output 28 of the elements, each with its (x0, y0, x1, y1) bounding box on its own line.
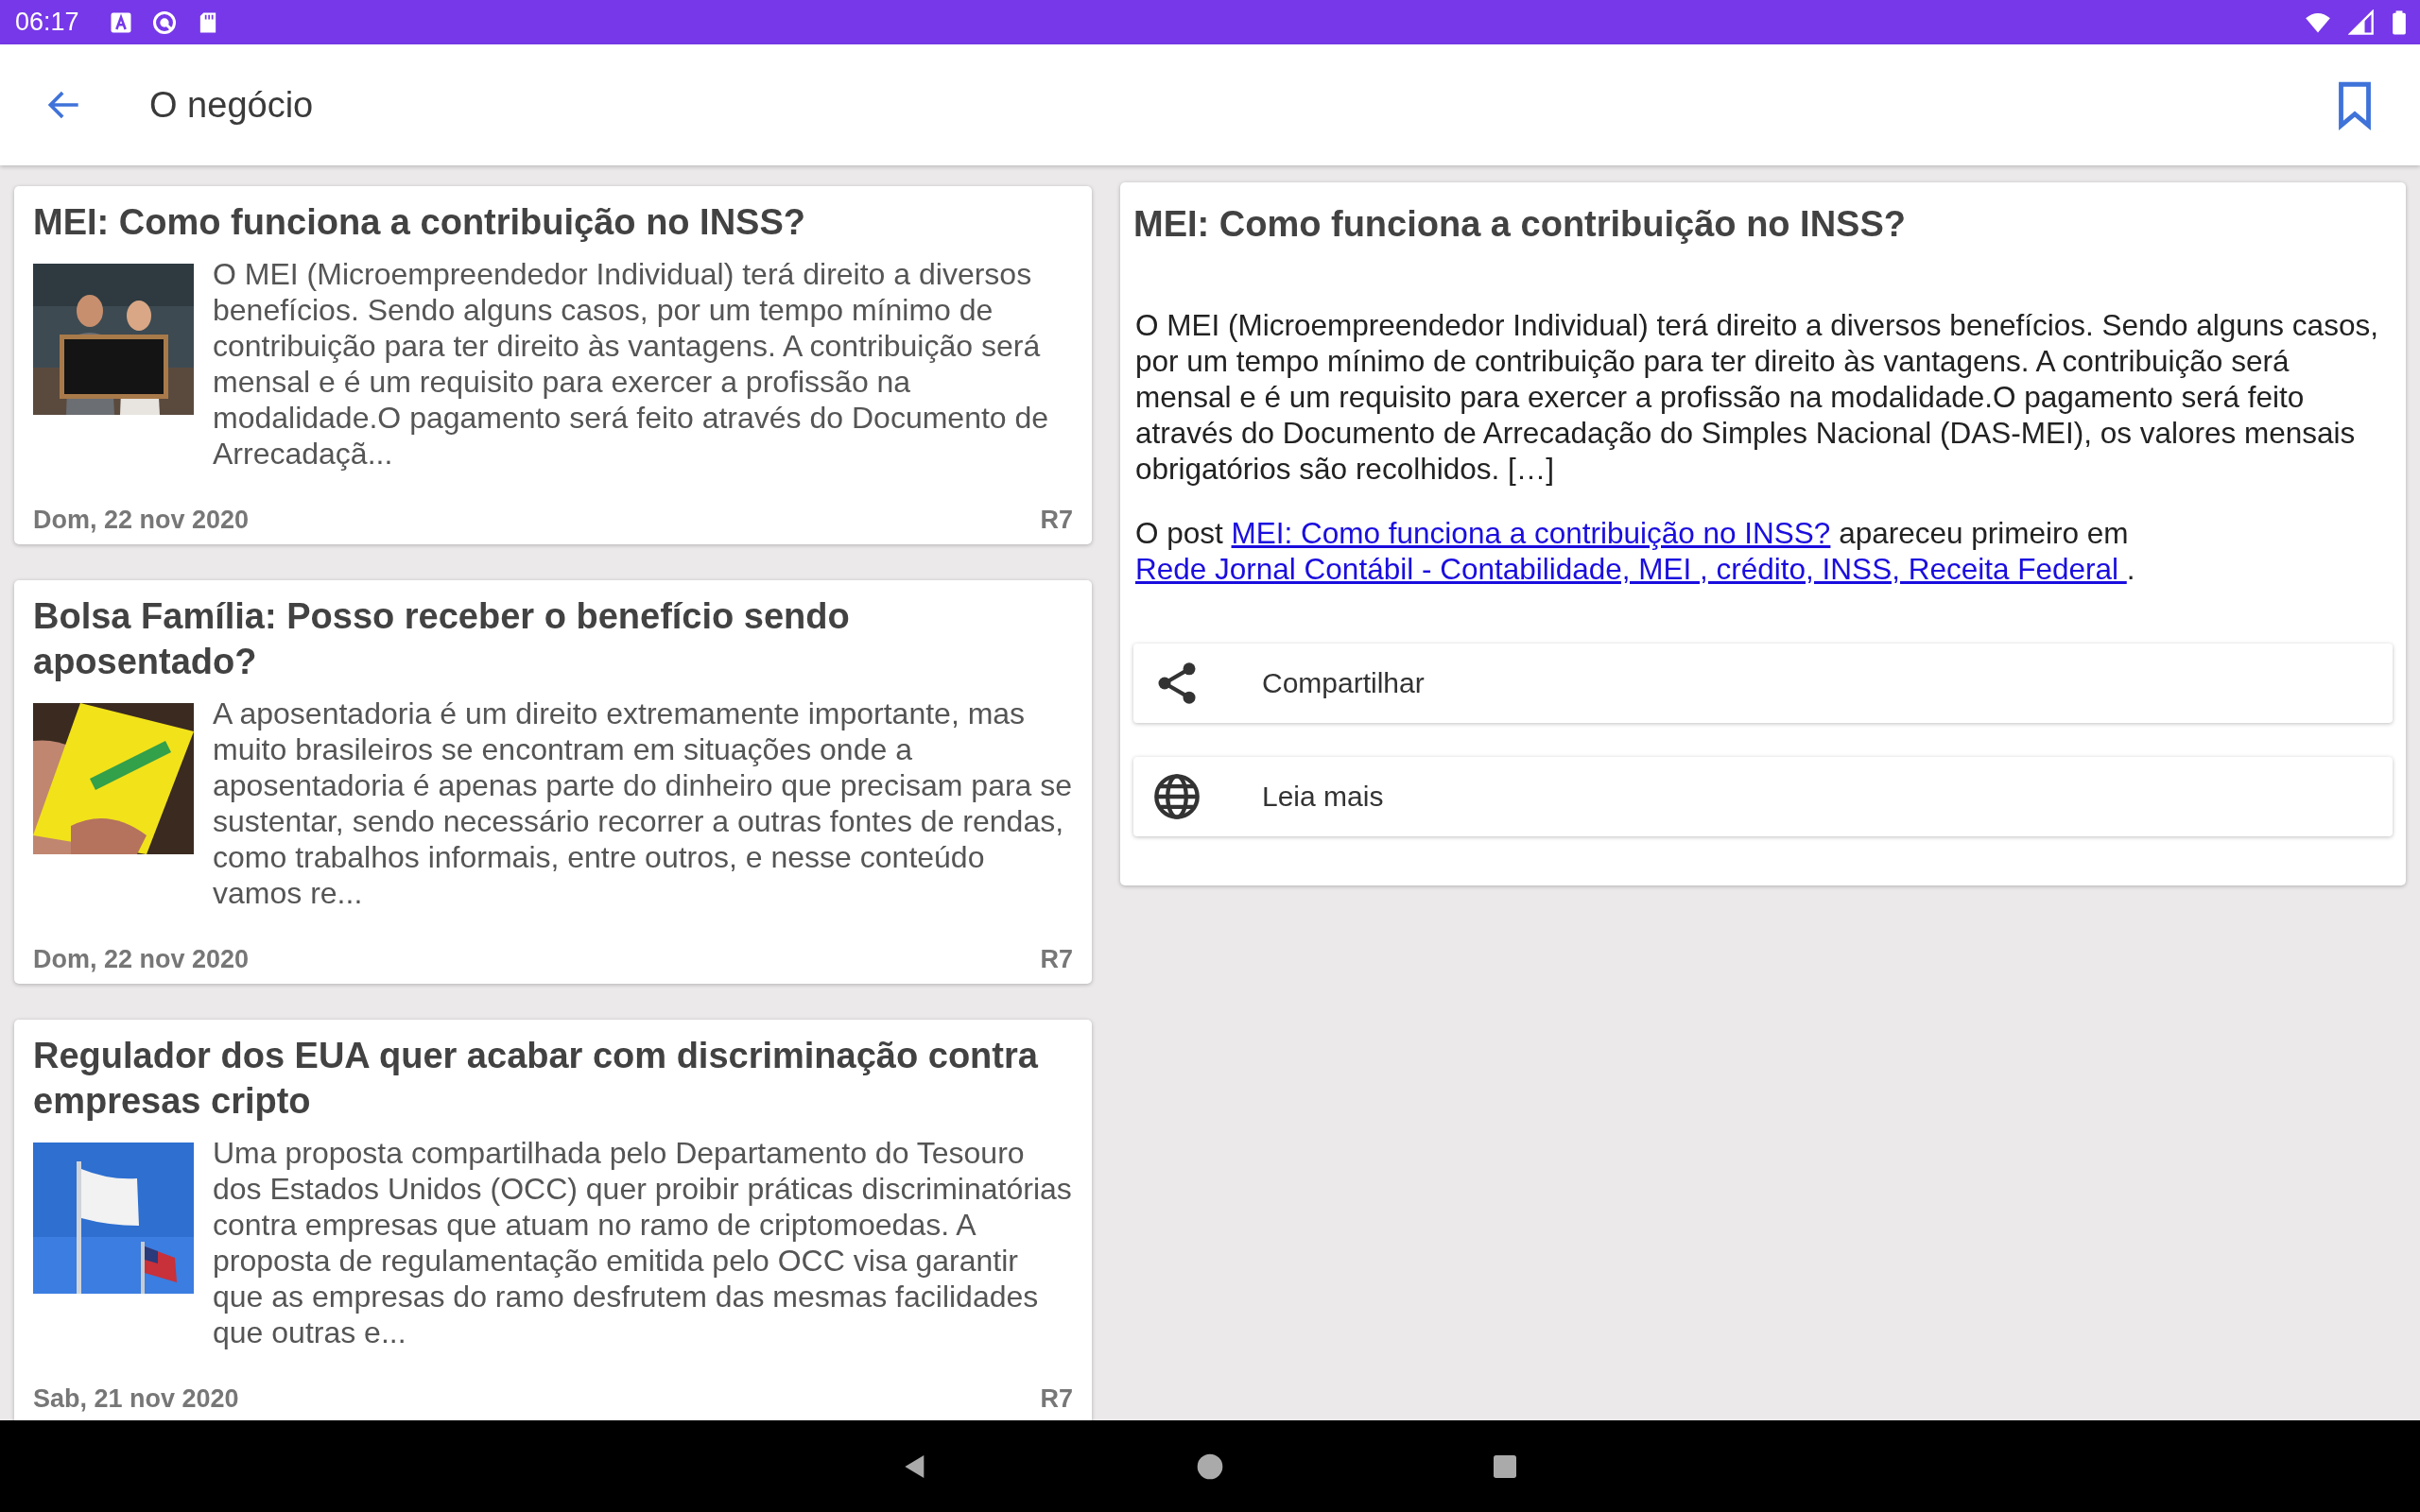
article-summary: O MEI (Microempreendedor Individual) terá direito a diversos benefícios. Sendo alguns casos, por um tempo mínimo de contribuição para ter direito às vantagens. A contribuição será mensal e é um requisito para exercer a profissão na modalidade.O pagamento será feito através do Documento de Arrecadaçã... (213, 256, 1050, 472)
article-source: R7 (1040, 506, 1073, 535)
article-title: Regulador dos EUA quer acabar com discriminação contra empresas cripto (33, 1035, 1039, 1123)
article-title: MEI: Como funciona a contribuição no INSS? (1133, 203, 1908, 246)
article-title: MEI: Como funciona a contribuição no INSS? (33, 201, 807, 244)
article-body: O MEI (Microempreendedor Individual) terá direito a diversos benefícios. Sendo alguns casos, por um tempo mínimo de contribuição para ter direito às vantagens. A contribuição será mensal e é um requisito para exercer a profissão na modalidade.O pagamento será feito através do Documento de Arrecadação do Simples Nacional (DAS-MEI), os valores mensais obrigatórios são recolhidos. […] (1134, 307, 2379, 487)
article-card[interactable] (14, 580, 1092, 984)
article-source: R7 (1040, 1384, 1073, 1414)
article-link[interactable]: MEI: Como funciona a contribuição no INSS? (1231, 516, 1831, 550)
battery-icon (2392, 9, 2407, 36)
article-link[interactable]: Rede Jornal Contábil - Contabilidade, MEI , crédito, INSS, Receita Federal (1135, 552, 2127, 586)
sync-icon (150, 9, 178, 36)
article-summary: Uma proposta compartilhada pelo Departamento do Tesouro dos Estados Unidos (OCC) quer proibir práticas discriminatórias contra empresas que atuam no ramo de criptomoedas. A proposta de regulamentação emitida pelo OCC visa garantir que as empresas do ramo desfrutem das mesmas facilidades que outras e... (213, 1135, 1073, 1350)
share-button[interactable]: Compartilhar (1133, 644, 2393, 723)
article-title: Bolsa Família: Posso receber o benefício sendo aposentado? (33, 595, 851, 683)
status-time: 06:17 (15, 8, 79, 37)
article-date: Dom, 22 nov 2020 (33, 945, 250, 974)
source-note: O post MEI: Como funciona a contribuição no INSS? apareceu primeiro em Rede Jornal Contábil - Contabilidade, MEI , crédito, INSS, Receita Federal . (1135, 515, 2136, 587)
screen-title: O negócio (149, 84, 315, 126)
article-date: Dom, 22 nov 2020 (33, 506, 250, 535)
article-card[interactable] (14, 1020, 1092, 1420)
read-more-button[interactable]: Leia mais (1133, 757, 2393, 836)
article-card[interactable] (14, 186, 1092, 544)
article-summary: A aposentadoria é um direito extremamente importante, mas muito brasileiros se encontram em situações onde a aposentadoria é apenas parte do dinheiro que precisam para se sustentar, sendo necessário recorrer a outras fontes de rendas, como trabalhos informais, entre outros, e nesse conteúdo vamos re... (213, 696, 1073, 911)
article-date: Sab, 21 nov 2020 (33, 1384, 239, 1414)
signal-icon (2348, 9, 2375, 36)
article-source: R7 (1040, 945, 1073, 974)
globe-icon (1152, 772, 1201, 821)
